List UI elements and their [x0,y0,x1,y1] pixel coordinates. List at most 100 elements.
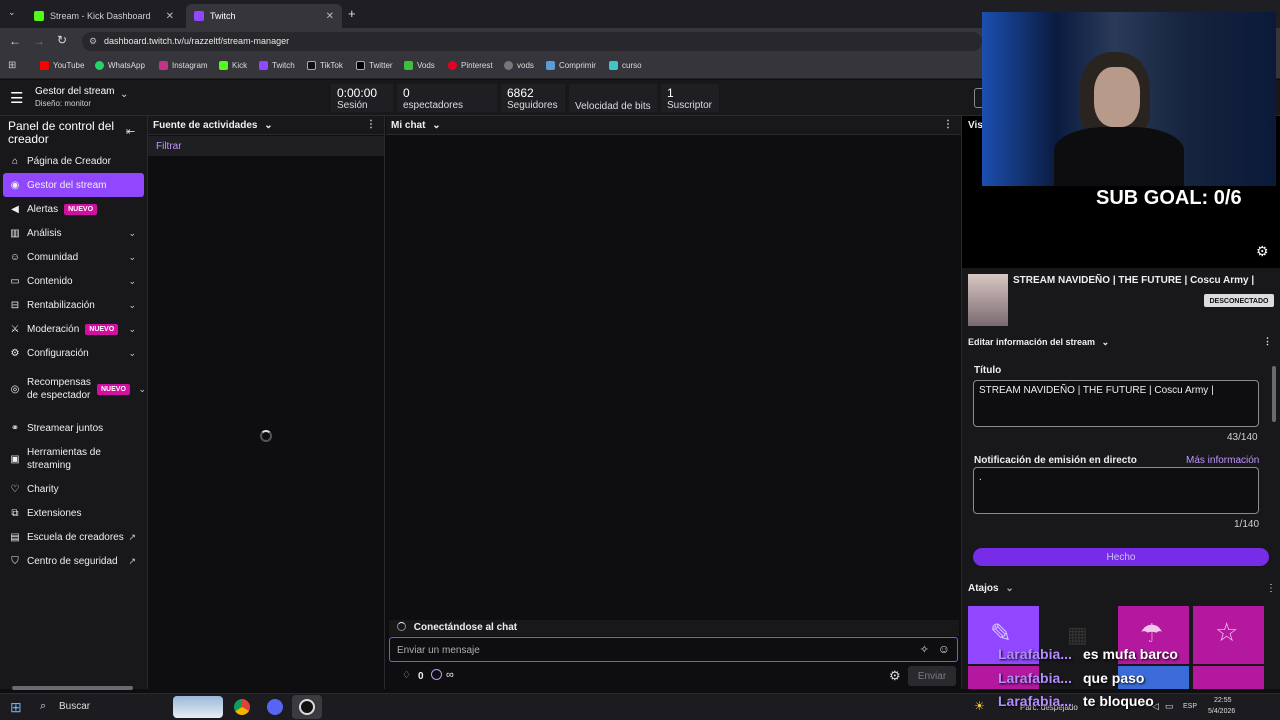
sidebar-item-charity[interactable]: ♡ Charity [3,477,144,501]
bookmark-whatsapp[interactable]: WhatsApp [95,61,145,70]
more-info-link[interactable]: Más información [1186,455,1259,466]
clapper-icon: ▦ [1067,622,1088,647]
reload-icon[interactable]: ↻ [57,33,67,47]
menu-icon[interactable]: ☰ [10,89,23,107]
sidebar-item-viewer-rewards[interactable]: ◎ Recompensas de espectador NUEVO ⌄ [3,368,146,410]
bookmark-vods-2[interactable]: vods [504,61,534,70]
sidebar-item-creator-page[interactable]: ⌂ Página de Creador [3,149,144,173]
send-button[interactable]: Enviar [908,666,956,686]
widgets-thumbnail[interactable] [173,696,223,718]
filter-link[interactable]: Filtrar [156,141,182,152]
tab-list-chevron-icon[interactable]: ⌄ [8,7,16,18]
clock-time[interactable]: 22:55 [1214,697,1232,704]
sidebar-item-extensions[interactable]: ⧉ Extensiones [3,501,144,525]
sidebar-item-stream-manager[interactable]: ◉ Gestor del stream [3,173,144,197]
url-text: dashboard.twitch.tv/u/razzeltf/stream-ma… [104,36,290,46]
sidebar-item-monetization[interactable]: ⊟ Rentabilización ⌄ [3,293,144,317]
overlay-chat-name: Larafabia... [998,670,1072,686]
bookmark-pinterest[interactable]: Pinterest [448,61,493,70]
more-options-icon[interactable]: ⋮ [366,119,376,130]
back-icon[interactable]: ← [9,34,21,48]
forward-icon[interactable]: → [33,34,45,48]
new-badge: NUEVO [85,323,119,335]
title-label: Título [974,365,1002,376]
bookmark-kick[interactable]: Kick [219,61,247,70]
vods-icon [404,61,413,70]
url-field[interactable]: ⚙ dashboard.twitch.tv/u/razzeltf/stream-… [82,32,982,51]
chat-input[interactable]: Enviar un mensaje ✧ ☺ [389,637,958,662]
bookmark-instagram[interactable]: Instagram [159,61,208,70]
sidebar-item-analytics[interactable]: ▥ Análisis ⌄ [3,221,144,245]
close-icon[interactable]: ✕ [326,11,334,22]
monetization-icon: ⊟ [10,299,20,311]
sidebar-item-safety-center[interactable]: ⛉ Centro de seguridad ↗ [3,549,144,573]
bookmark-youtube[interactable]: YouTube [40,61,84,70]
sidebar-scrollbar[interactable] [12,686,133,690]
cheer-icon[interactable]: ✧ [920,643,929,656]
chart-icon: ▥ [10,227,20,239]
right-panel: Vis SUB GOAL: 0/6 ⚙ STREAM NAVIDEÑO | TH… [962,116,1280,689]
tab-kick-dashboard[interactable]: Stream - Kick Dashboard ✕ [26,4,182,28]
close-icon[interactable]: ✕ [166,11,174,22]
site-info-icon[interactable]: ⚙ [89,32,97,51]
search-icon[interactable]: ⌕ [40,700,46,713]
sidebar-item-stream-together[interactable]: ⚭ Streamear juntos [3,416,144,440]
apps-grid-icon[interactable]: ⊞ [8,60,16,71]
more-options-icon[interactable]: ⋮ [1266,583,1276,594]
bookmark-twitter[interactable]: Twitter [356,61,393,70]
notification-field[interactable]: . [973,467,1259,514]
sidebar-item-creator-school[interactable]: ▤ Escuela de creadores ↗ [3,525,144,549]
more-options-icon[interactable]: ⋮ [943,119,953,130]
bookmark-vods[interactable]: Vods [404,61,435,70]
shortcuts-header[interactable]: Atajos ⌄ [968,583,1014,594]
new-tab-icon[interactable]: + [348,6,356,21]
sidebar-item-content[interactable]: ▭ Contenido ⌄ [3,269,144,293]
discord-icon[interactable] [267,699,283,715]
done-button[interactable]: Hecho [973,548,1269,566]
preview-gear-icon[interactable]: ⚙ [1256,243,1269,260]
sidebar-item-alerts[interactable]: ◀ Alertas NUEVO [3,197,144,221]
battery-icon[interactable]: ▭ [1165,701,1174,712]
bookmark-curso[interactable]: curso [609,61,642,70]
language-indicator[interactable]: ESP [1183,703,1197,710]
filter-row[interactable]: Filtrar [148,136,384,156]
emote-icon[interactable]: ☺ [938,642,950,656]
chevron-down-icon[interactable]: ⌄ [432,120,440,131]
bookmark-comprimir[interactable]: Comprimir [546,61,596,70]
obs-icon-active[interactable] [292,695,322,719]
overlay-chat-message: que paso [1083,670,1145,686]
bookmark-tiktok[interactable]: TikTok [307,61,343,70]
chevron-down-icon: ⌄ [128,275,136,286]
stat-subscribers: 1 Suscriptor [661,84,719,112]
windows-start-icon[interactable]: ⊞ [10,699,22,716]
chrome-icon[interactable] [234,699,250,715]
school-icon: ▤ [10,531,20,543]
star-icon: ☆ [1215,617,1239,647]
sidebar-item-community[interactable]: ☺ Comunidad ⌄ [3,245,144,269]
puzzle-icon: ⧉ [11,507,19,519]
title-field[interactable]: STREAM NAVIDEÑO | THE FUTURE | Coscu Arm… [973,380,1259,427]
chat-settings-gear-icon[interactable]: ⚙ [889,668,901,684]
more-options-icon[interactable]: ⋮ [1263,336,1272,347]
sidebar-item-settings[interactable]: ⚙ Configuración ⌄ [3,341,144,365]
shortcut-replay-tile[interactable] [1193,666,1264,689]
clock-date[interactable]: 5/4/2026 [1208,708,1235,715]
stream-thumbnail [968,274,1008,326]
chevron-down-icon[interactable]: ⌄ [264,120,272,131]
shortcut-star-tile[interactable]: ☆ [1193,606,1264,664]
vods-icon [504,61,513,70]
chevron-down-icon[interactable]: ⌄ [120,89,128,100]
sidebar-item-moderation[interactable]: ⚔ Moderación NUEVO ⌄ [3,317,144,341]
header-title: Gestor del stream [35,86,115,97]
collapse-sidebar-icon[interactable]: ⇤ [126,125,135,138]
right-scrollbar[interactable] [1272,366,1276,422]
edit-stream-info-header[interactable]: Editar información del stream ⌄ ⋮ [962,334,1280,352]
sidebar-item-streaming-tools[interactable]: ▣ Herramientas de streaming [3,445,144,473]
stream-together-icon: ⚭ [10,422,20,434]
taskbar-search[interactable]: Buscar [59,701,90,712]
activity-feed-title: Fuente de actividades [153,120,258,131]
loading-spinner-icon [260,430,272,442]
bookmark-twitch[interactable]: Twitch [259,61,295,70]
chat-connecting-status: Conectándose al chat [389,620,959,636]
tab-twitch[interactable]: Twitch ✕ [186,4,342,28]
